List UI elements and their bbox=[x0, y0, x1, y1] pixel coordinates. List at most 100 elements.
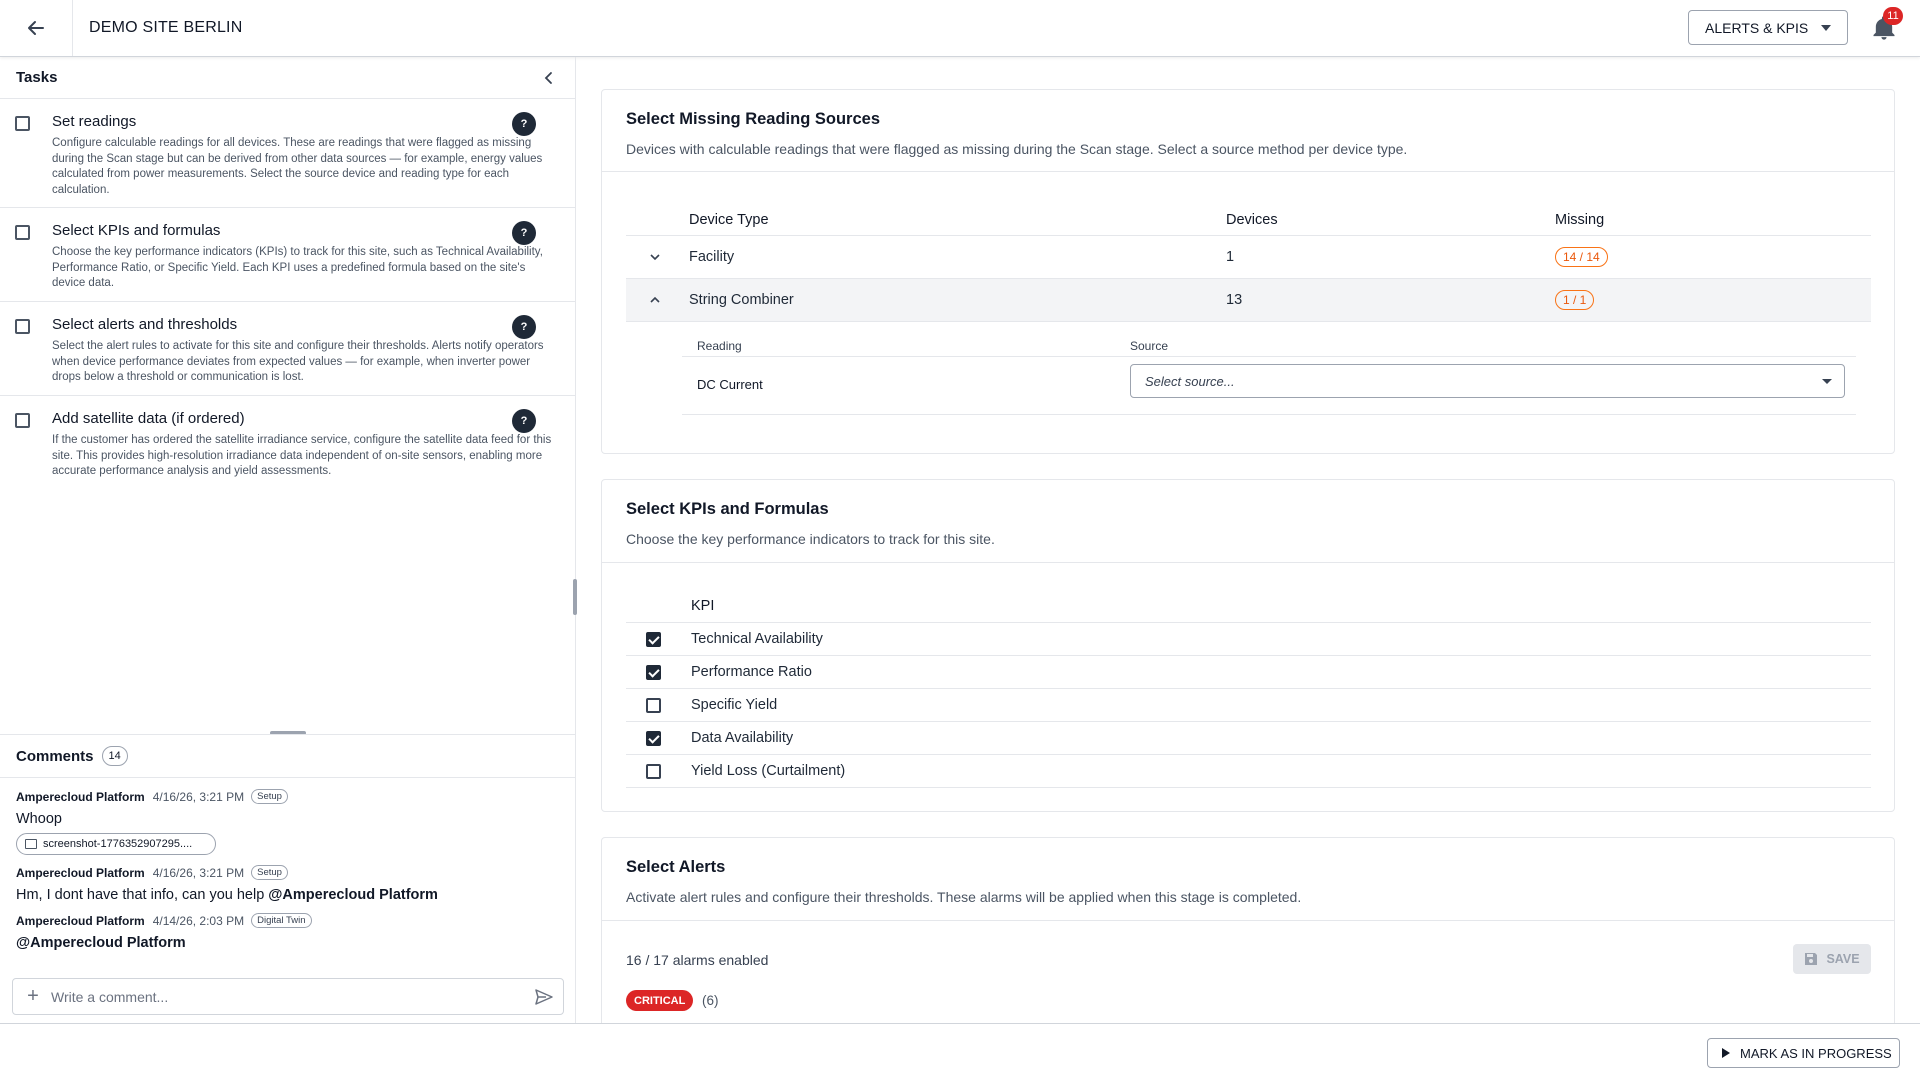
task-select-kpis: Select KPIs and formulas Choose the key … bbox=[0, 208, 575, 302]
kpi-label: Performance Ratio bbox=[691, 664, 812, 680]
help-icon[interactable]: ? bbox=[512, 409, 536, 433]
comment-tag: Digital Twin bbox=[251, 913, 312, 928]
source-select[interactable]: Select source... bbox=[1130, 364, 1845, 398]
card-subtitle: Choose the key performance indicators to… bbox=[626, 531, 995, 547]
reading-name: DC Current bbox=[697, 377, 763, 392]
chevron-left-icon[interactable] bbox=[540, 69, 558, 87]
missing-sources-card: Select Missing Reading Sources Devices w… bbox=[601, 89, 1895, 454]
kpi-checkbox[interactable] bbox=[646, 764, 661, 779]
task-checkbox[interactable] bbox=[15, 319, 30, 334]
task-description: Choose the key performance indicators (K… bbox=[52, 246, 543, 289]
task-title: Select KPIs and formulas bbox=[52, 222, 221, 239]
task-description: Configure calculable readings for all de… bbox=[52, 137, 543, 196]
attachment-name: screenshot-1776352907295.... bbox=[43, 838, 193, 850]
comment-item: Amperecloud Platform 4/16/26, 3:21 PM Se… bbox=[16, 865, 559, 903]
column-header: Device Type bbox=[689, 212, 769, 228]
comment-mention[interactable]: @Amperecloud Platform bbox=[16, 935, 186, 951]
kpi-label: Data Availability bbox=[691, 730, 794, 746]
mark-in-progress-button[interactable]: MARK AS IN PROGRESS bbox=[1707, 1038, 1900, 1068]
chevron-down-icon[interactable] bbox=[649, 252, 661, 262]
column-header: Missing bbox=[1555, 212, 1605, 228]
comments-header: Comments 14 bbox=[0, 734, 575, 778]
caret-down-icon bbox=[1822, 379, 1832, 384]
attachment-chip[interactable]: screenshot-1776352907295.... bbox=[16, 833, 216, 855]
card-title: Select Missing Reading Sources bbox=[626, 110, 880, 128]
card-title: Select KPIs and Formulas bbox=[626, 500, 829, 518]
mode-select-value: ALERTS & KPIS bbox=[1705, 19, 1809, 36]
save-button[interactable]: SAVE bbox=[1793, 944, 1871, 974]
vertical-resize-handle[interactable] bbox=[573, 579, 577, 615]
task-satellite-data: Add satellite data (if ordered) If the c… bbox=[0, 396, 575, 486]
comment-tag: Setup bbox=[251, 789, 288, 804]
sub-column-header: Source bbox=[1130, 339, 1169, 353]
kpi-row[interactable]: Yield Loss (Curtailment) bbox=[626, 755, 1871, 788]
table-row-expanded[interactable]: String Combiner 13 1 / 1 bbox=[626, 279, 1871, 322]
column-header: KPI bbox=[691, 598, 715, 614]
chevron-up-icon[interactable] bbox=[649, 295, 661, 305]
comment-author: Amperecloud Platform bbox=[16, 789, 145, 804]
arrow-left-icon bbox=[28, 21, 44, 35]
sub-table-row: DC Current Select source... bbox=[682, 357, 1856, 415]
kpi-row[interactable]: Technical Availability bbox=[626, 623, 1871, 656]
table-header-row: KPI bbox=[626, 586, 1871, 623]
task-description: Select the alert rules to activate for t… bbox=[52, 340, 544, 383]
comment-mention[interactable]: @Amperecloud Platform bbox=[268, 887, 438, 903]
kpis-card: Select KPIs and Formulas Choose the key … bbox=[601, 479, 1895, 812]
mode-select[interactable]: ALERTS & KPIS bbox=[1688, 10, 1848, 45]
kpi-checkbox[interactable] bbox=[646, 665, 661, 680]
image-icon bbox=[25, 839, 37, 849]
footer-bar: MARK AS IN PROGRESS bbox=[0, 1023, 1920, 1080]
mark-in-progress-label: MARK AS IN PROGRESS bbox=[1740, 1045, 1892, 1061]
tasks-header: Tasks bbox=[0, 57, 575, 99]
kpi-label: Technical Availability bbox=[691, 631, 823, 647]
card-subtitle: Activate alert rules and configure their… bbox=[626, 889, 1302, 905]
comment-date: 4/14/26, 2:03 PM bbox=[152, 913, 245, 928]
comment-input[interactable] bbox=[51, 988, 511, 1005]
critical-badge[interactable]: CRITICAL bbox=[626, 990, 694, 1011]
help-icon[interactable]: ? bbox=[512, 315, 536, 339]
comment-author: Amperecloud Platform bbox=[16, 913, 145, 928]
plus-icon[interactable]: + bbox=[23, 985, 43, 1008]
comment-tag: Setup bbox=[251, 865, 288, 880]
comment-input-box: + bbox=[12, 978, 564, 1015]
missing-badge: 14 / 14 bbox=[1555, 247, 1608, 267]
column-header: Devices bbox=[1226, 212, 1278, 228]
card-title: Select Alerts bbox=[626, 858, 726, 876]
kpi-row[interactable]: Data Availability bbox=[626, 722, 1871, 755]
task-title: Add satellite data (if ordered) bbox=[52, 410, 245, 427]
comment-text: Whoop bbox=[16, 811, 62, 827]
sub-column-header: Reading bbox=[697, 339, 742, 353]
back-button[interactable] bbox=[0, 0, 73, 56]
kpi-row[interactable]: Performance Ratio bbox=[626, 656, 1871, 689]
card-subtitle: Devices with calculable readings that we… bbox=[626, 141, 1408, 157]
task-checkbox[interactable] bbox=[15, 225, 30, 240]
device-type: String Combiner bbox=[689, 292, 794, 308]
send-icon[interactable] bbox=[535, 989, 553, 1005]
kpi-checkbox[interactable] bbox=[646, 632, 661, 647]
task-title: Set readings bbox=[52, 113, 137, 130]
comment-date: 4/16/26, 3:21 PM bbox=[152, 865, 245, 880]
top-bar: DEMO SITE BERLIN bbox=[0, 0, 1920, 57]
source-select-placeholder: Select source... bbox=[1145, 374, 1235, 389]
left-panel: Tasks Set readings Configure calculable … bbox=[0, 57, 577, 1023]
kpi-label: Specific Yield bbox=[691, 697, 778, 713]
sub-table-header: Reading Source bbox=[682, 322, 1856, 357]
help-icon[interactable]: ? bbox=[512, 112, 536, 136]
alerts-card: Select Alerts Activate alert rules and c… bbox=[601, 837, 1895, 1037]
site-title: DEMO SITE BERLIN bbox=[89, 19, 243, 36]
comments-title: Comments bbox=[16, 747, 94, 765]
task-checkbox[interactable] bbox=[15, 413, 30, 428]
save-icon bbox=[1805, 953, 1818, 965]
comments-count-badge: 14 bbox=[101, 746, 128, 766]
task-checkbox[interactable] bbox=[15, 116, 30, 131]
caret-down-icon bbox=[1821, 25, 1831, 31]
kpi-checkbox[interactable] bbox=[646, 698, 661, 713]
kpi-checkbox[interactable] bbox=[646, 731, 661, 746]
table-row[interactable]: Facility 1 14 / 14 bbox=[626, 236, 1871, 279]
comment-text: Hm, I dont have that info, can you help … bbox=[16, 887, 559, 903]
comments-list[interactable]: Amperecloud Platform 4/16/26, 3:21 PM Se… bbox=[0, 779, 575, 969]
missing-badge: 1 / 1 bbox=[1555, 290, 1595, 310]
help-icon[interactable]: ? bbox=[512, 221, 536, 245]
kpi-row[interactable]: Specific Yield bbox=[626, 689, 1871, 722]
comment-author: Amperecloud Platform bbox=[16, 865, 145, 880]
